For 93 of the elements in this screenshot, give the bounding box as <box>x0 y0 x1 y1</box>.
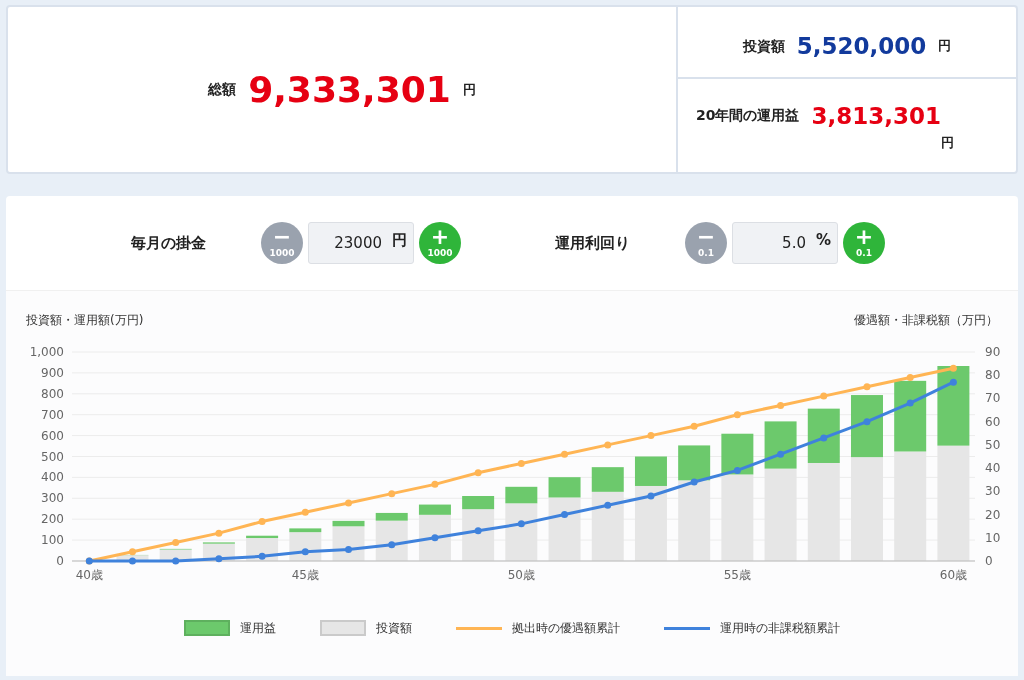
axis-tick-label: 600 <box>41 428 64 443</box>
axis-tick-label: 80 <box>985 368 1001 383</box>
data-point <box>258 552 266 560</box>
axis-tick-label: 55歳 <box>723 568 751 582</box>
axis-tick-label: 400 <box>41 470 64 485</box>
total-label: 総額 <box>208 80 237 99</box>
decrement-button[interactable]: − 1000 <box>261 222 303 264</box>
unit-label: 円 <box>392 229 407 251</box>
data-point <box>906 399 914 407</box>
axis-title: 優遇額・非課税額（万円） <box>854 312 998 329</box>
data-point <box>172 538 180 546</box>
data-point <box>863 418 871 426</box>
number-field[interactable]: 5.0 % <box>732 222 838 264</box>
data-point <box>647 432 655 440</box>
axis-tick-label: 45歳 <box>291 568 319 582</box>
axis-tick-label: 300 <box>41 491 64 506</box>
legend-label: 拠出時の優遇額累計 <box>512 620 620 637</box>
control-label: 毎月の掛金 <box>131 232 207 254</box>
legend-label: 運用時の非課税額累計 <box>720 620 840 637</box>
data-point <box>301 548 309 556</box>
data-point <box>345 499 352 507</box>
invested-label: 投資額 <box>742 36 785 56</box>
data-point <box>820 392 828 400</box>
increment-button[interactable]: + 0.1 <box>843 222 885 264</box>
invested-value: 5,520,000 <box>796 31 927 61</box>
data-point <box>215 529 223 537</box>
data-point <box>388 490 396 498</box>
data-point <box>561 511 569 519</box>
data-point <box>517 520 525 528</box>
increment-button[interactable]: + 1000 <box>419 222 461 264</box>
axis-tick-label: 50 <box>985 437 1001 452</box>
data-point <box>777 401 785 409</box>
data-point <box>431 534 439 542</box>
data-point <box>604 501 612 509</box>
axis-tick-label: 1,000 <box>29 345 64 359</box>
legend-line <box>664 626 710 630</box>
axis-tick-label: 40 <box>985 461 1001 476</box>
unit-label: 円 <box>941 134 954 152</box>
unit-label: 円 <box>462 80 476 99</box>
legend-line <box>456 626 502 630</box>
data-point <box>949 364 957 372</box>
axis-tick-label: 0 <box>985 554 993 568</box>
axis-tick-label: 900 <box>41 365 64 380</box>
unit-label: % <box>815 229 831 251</box>
axis-tick-label: 20 <box>985 507 1001 522</box>
data-point <box>820 434 828 442</box>
axis-tick-label: 60 <box>985 414 1001 429</box>
gain-value: 3,813,301 <box>811 101 941 131</box>
axis-tick-label: 50歳 <box>507 568 535 582</box>
total-value: 9,333,301 <box>248 67 451 112</box>
axis-tick-label: 100 <box>41 533 64 548</box>
unit-label: 円 <box>938 37 952 56</box>
data-point <box>777 450 785 458</box>
data-point <box>690 422 698 430</box>
data-point <box>258 518 266 525</box>
axis-tick-label: 0 <box>56 554 64 568</box>
data-point <box>733 466 741 474</box>
data-point <box>906 374 914 382</box>
axis-tick-label: 70 <box>985 391 1001 406</box>
axis-tick-label: 40歳 <box>75 568 103 582</box>
axis-tick-label: 800 <box>41 386 64 401</box>
data-point <box>215 555 223 563</box>
data-point <box>604 441 612 449</box>
legend-swatch <box>320 620 366 636</box>
axis-title: 投資額・運用額(万円) <box>26 312 144 329</box>
decrement-button[interactable]: − 0.1 <box>685 222 727 264</box>
legend-swatch <box>184 620 230 636</box>
data-point <box>949 378 957 386</box>
data-point <box>690 478 698 486</box>
axis-tick-label: 90 <box>985 345 1001 359</box>
legend-label: 運用益 <box>240 620 276 637</box>
data-point <box>345 545 352 553</box>
axis-tick-label: 10 <box>985 530 1001 545</box>
data-point <box>647 492 655 500</box>
axis-tick-label: 60歳 <box>939 568 968 582</box>
data-point <box>863 383 871 391</box>
legend-label: 投資額 <box>376 620 412 637</box>
number-field[interactable]: 23000 円 <box>308 222 414 264</box>
data-point <box>431 480 439 488</box>
data-point <box>561 450 569 458</box>
data-point <box>474 469 482 477</box>
axis-tick-label: 30 <box>985 484 1001 499</box>
gain-label: 20年間の運用益 <box>696 106 800 126</box>
data-point <box>733 411 741 419</box>
data-point <box>474 527 482 535</box>
data-point <box>517 459 525 467</box>
data-point <box>301 508 309 516</box>
data-point <box>172 557 180 565</box>
axis-tick-label: 700 <box>41 407 64 422</box>
axis-tick-label: 500 <box>41 449 64 464</box>
data-point <box>388 541 396 549</box>
axis-tick-label: 200 <box>41 512 64 527</box>
control-label: 運用利回り <box>555 232 631 254</box>
